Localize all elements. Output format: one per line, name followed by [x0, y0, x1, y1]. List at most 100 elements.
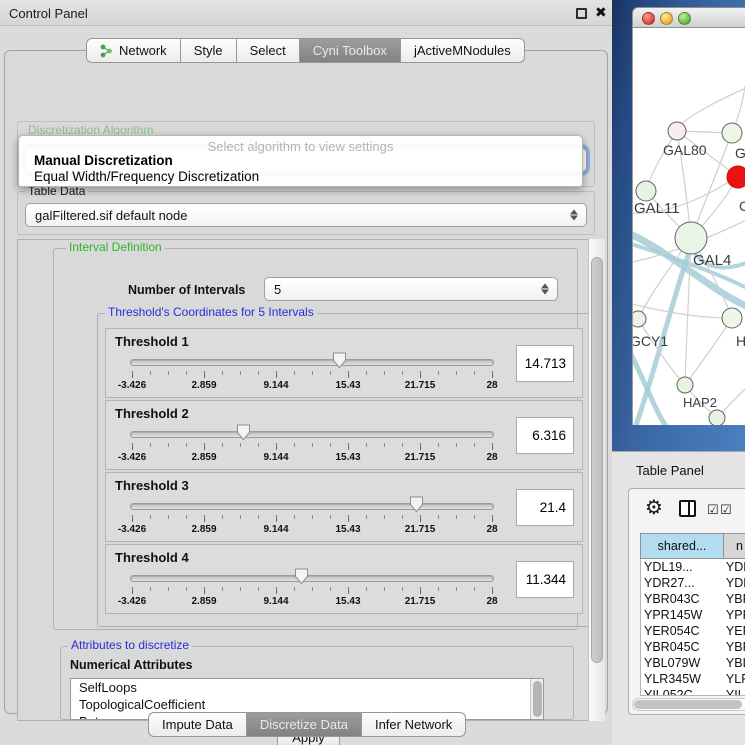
threshold-slider-track[interactable]	[130, 359, 494, 366]
network-node-h[interactable]	[722, 308, 742, 328]
tab-label: jActiveMNodules	[414, 43, 511, 58]
threshold-slider-track[interactable]	[130, 431, 494, 438]
tick-label: 15.43	[335, 596, 360, 607]
attribute-item[interactable]: SelfLoops	[71, 679, 543, 696]
tick-mark	[474, 371, 475, 375]
network-node-gal11[interactable]	[636, 181, 656, 201]
bottom-tab-infer-network[interactable]: Infer Network	[362, 712, 466, 737]
tab-cyni-toolbox[interactable]: Cyni Toolbox	[300, 38, 401, 63]
network-node-hap2[interactable]	[677, 377, 693, 393]
close-icon[interactable]: ✖	[595, 4, 607, 21]
threshold-slider-thumb[interactable]	[332, 352, 347, 369]
cell-name: YIL0	[724, 687, 745, 696]
tick-mark	[132, 443, 133, 450]
table-row[interactable]: YIL052CYIL0	[641, 687, 745, 696]
column-header-shared[interactable]: shared...	[640, 533, 724, 559]
tick-mark	[186, 587, 187, 591]
number-of-intervals-combobox[interactable]: 5	[264, 277, 558, 301]
tick-mark	[474, 443, 475, 447]
threshold-value-field[interactable]: 11.344	[516, 561, 574, 598]
table-toolbar: ⚙ ☑ ☑	[629, 489, 745, 529]
threshold-slider-thumb[interactable]	[409, 496, 424, 513]
table-row[interactable]: YER054CYER0	[641, 623, 745, 639]
threshold-value-field[interactable]: 14.713	[516, 345, 574, 382]
network-node-gal4[interactable]	[675, 222, 707, 254]
threshold-title: Threshold 4	[115, 550, 189, 565]
table-row[interactable]: YBL079WYBL0	[641, 655, 745, 671]
tick-mark	[420, 515, 421, 522]
column-header-name[interactable]: n	[724, 533, 745, 559]
threshold-slider-thumb[interactable]	[294, 568, 309, 585]
table-row[interactable]: YLR345WYLR3	[641, 671, 745, 687]
tick-mark	[384, 443, 385, 447]
edge-thin[interactable]	[633, 303, 730, 318]
attribute-item[interactable]: TopologicalCoefficient	[71, 696, 543, 713]
network-node[interactable]	[709, 410, 725, 425]
float-window-icon[interactable]	[576, 8, 587, 19]
tab-label: Style	[194, 43, 223, 58]
tick-label: 2.859	[191, 596, 216, 607]
tick-label: 28	[486, 380, 497, 391]
algorithm-combo-hint: Select algorithm to view settings	[19, 139, 582, 154]
threshold-panel: Threshold 1 14.713 -3.4262.8599.14415.43…	[105, 328, 583, 398]
combo-spinner-icon	[541, 284, 549, 295]
tick-mark	[492, 587, 493, 594]
tick-mark	[258, 587, 259, 591]
tab-select[interactable]: Select	[237, 38, 300, 63]
tick-label: 21.715	[405, 524, 436, 535]
horizontal-scrollbar[interactable]	[632, 698, 745, 711]
table-row[interactable]: YBR043CYBR0	[641, 591, 745, 607]
tick-mark	[312, 515, 313, 519]
vertical-scrollbar-thumb[interactable]	[591, 257, 603, 663]
network-node-ga[interactable]	[722, 123, 742, 143]
threshold-slider-track[interactable]	[130, 503, 494, 510]
node-label: C	[739, 198, 745, 214]
threshold-slider-thumb[interactable]	[236, 424, 251, 441]
tab-network[interactable]: Network	[86, 38, 181, 63]
edge-thin[interactable]	[679, 88, 745, 126]
threshold-slider-track[interactable]	[130, 575, 494, 582]
columns-icon[interactable]	[679, 500, 696, 517]
attributes-list-scrollbar[interactable]	[530, 679, 543, 719]
tick-mark	[132, 515, 133, 522]
mac-close-button[interactable]	[642, 12, 655, 25]
threshold-value-field[interactable]: 21.4	[516, 489, 574, 526]
bottom-tabs: Impute DataDiscretize DataInfer Network	[148, 712, 466, 737]
tick-mark	[240, 515, 241, 519]
gear-icon[interactable]: ⚙	[645, 495, 663, 520]
tick-mark	[330, 515, 331, 519]
network-node-gcy1[interactable]	[633, 311, 646, 327]
table-data-combobox[interactable]: galFiltered.sif default node	[25, 203, 587, 227]
mac-minimize-button[interactable]	[660, 12, 673, 25]
network-canvas[interactable]: GAL80GACGAL11GAL4GCY1HHAP2	[632, 28, 745, 425]
vertical-scrollbar[interactable]	[588, 239, 605, 721]
tick-label: 15.43	[335, 380, 360, 391]
dropdown-item-equal-width-frequency[interactable]: Equal Width/Frequency Discretization	[22, 169, 581, 186]
bottom-tab-impute-data[interactable]: Impute Data	[148, 712, 247, 737]
checkbox-icon[interactable]: ☑	[707, 502, 719, 518]
interval-definition-group: Number of Intervals 5 Threshold 1 14.713…	[53, 248, 578, 630]
bottom-tab-discretize-data[interactable]: Discretize Data	[247, 712, 362, 737]
tick-mark	[384, 371, 385, 375]
edge-thin[interactable]	[685, 318, 732, 385]
tab-style[interactable]: Style	[181, 38, 237, 63]
tab-jactivemnodules[interactable]: jActiveMNodules	[401, 38, 525, 63]
threshold-panel: Threshold 2 6.316 -3.4262.8599.14415.432…	[105, 400, 583, 470]
table-row[interactable]: YPR145WYPR1	[641, 607, 745, 623]
network-node-gal80[interactable]	[668, 122, 686, 140]
attributes-to-discretize-label: Attributes to discretize	[68, 638, 192, 652]
tick-label: 15.43	[335, 452, 360, 463]
tick-mark	[150, 587, 151, 591]
network-node-c[interactable]	[727, 166, 745, 188]
tick-label: 2.859	[191, 380, 216, 391]
table-row[interactable]: YDL19...YDL1	[641, 559, 745, 575]
table-row[interactable]: YBR045CYBR0	[641, 639, 745, 655]
numerical-attributes-label: Numerical Attributes	[70, 658, 192, 672]
table-row[interactable]: YDR27...YDR2	[641, 575, 745, 591]
threshold-value-field[interactable]: 6.316	[516, 417, 574, 454]
network-window-titlebar	[632, 7, 745, 28]
edge-thin[interactable]	[638, 319, 685, 385]
dropdown-item-manual-discretization[interactable]: Manual Discretization	[22, 153, 581, 170]
checkbox-icon[interactable]: ☑	[720, 502, 732, 518]
mac-zoom-button[interactable]	[678, 12, 691, 25]
